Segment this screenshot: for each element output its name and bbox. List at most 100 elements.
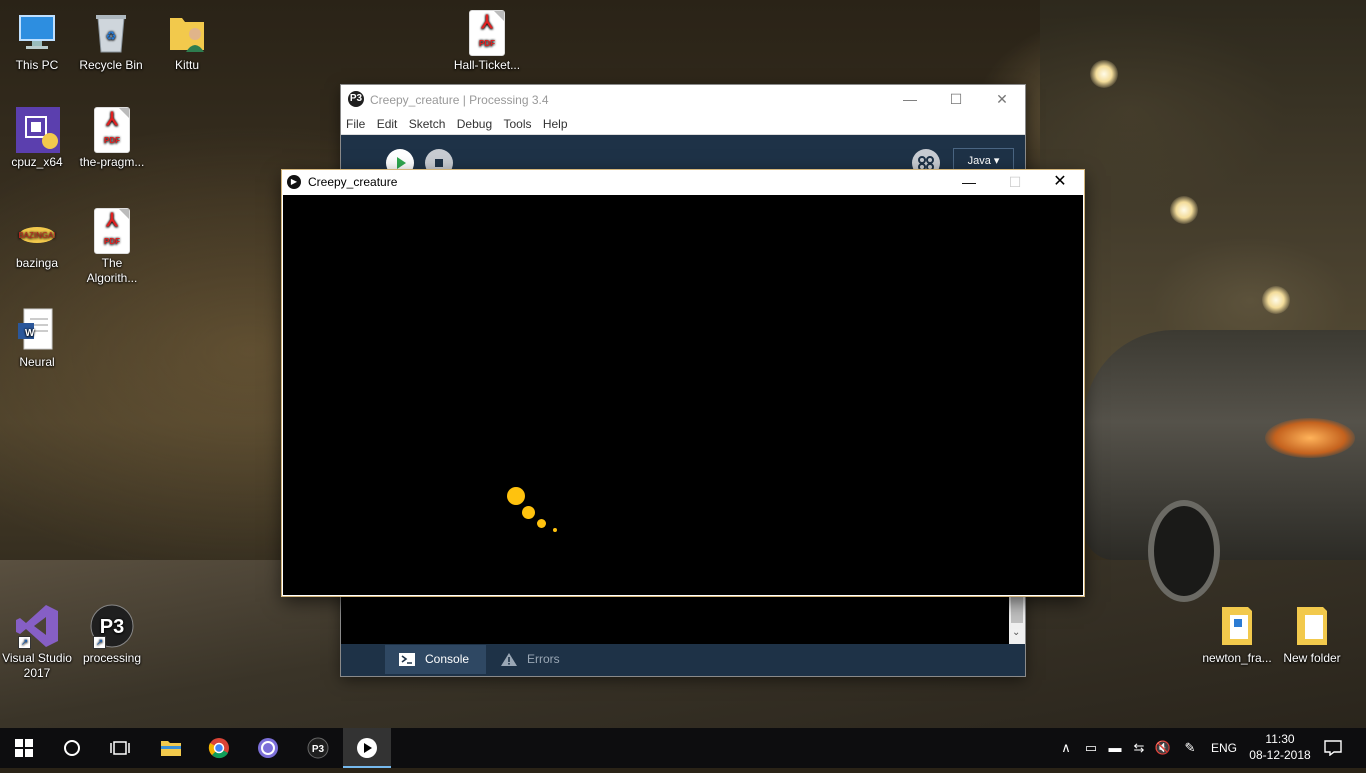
tab-console[interactable]: Console [385,645,486,674]
desktop-icon-label: processing [82,651,142,665]
tab-console-label: Console [425,652,470,666]
start-button[interactable] [0,728,48,768]
ide-close-button[interactable]: ✕ [979,85,1025,114]
menu-tools[interactable]: Tools [500,114,534,134]
desktop-icon-label: Hall-Ticket... [453,58,521,72]
action-tray-icon[interactable]: ▭ [1080,728,1102,768]
menu-edit[interactable]: Edit [374,114,401,134]
taskbar-file-explorer[interactable] [147,728,195,768]
desktop-icon-label: the-pragm... [79,155,145,169]
console-scrollbar[interactable]: ⌄ [1009,595,1025,644]
menu-debug[interactable]: Debug [454,114,495,134]
wallpaper-street-lamp [1170,196,1198,224]
desktop-icon-visual-studio[interactable]: ↗ Visual Studio 2017 [0,603,74,681]
ide-window-title: Creepy_creature | Processing 3.4 [370,93,549,107]
chrome-icon [208,738,229,759]
desktop-icon-neural[interactable]: W Neural [0,307,74,370]
svg-text:P3: P3 [100,616,124,638]
sketch-window-title: Creepy_creature [308,175,398,189]
task-view-button[interactable] [96,728,144,768]
desktop-icon-recycle-bin[interactable]: ♻ Recycle Bin [74,10,148,73]
ide-bottom-tabs: Console Errors [341,644,1025,676]
desktop-icon-this-pc[interactable]: This PC [0,10,74,73]
pen-workspace-icon[interactable]: ✎ [1178,728,1202,768]
sketch-close-button[interactable]: ✕ [1037,170,1083,194]
clock-date: 08-12-2018 [1249,748,1311,762]
creature-dot [507,487,525,505]
menu-help[interactable]: Help [540,114,571,134]
wallpaper-street-lamp [1090,60,1118,88]
pdf-icon: ⅄ PDF [89,208,135,254]
desktop-icon-label: Kittu [174,58,199,72]
wallpaper-street-lamp [1262,286,1290,314]
taskbar-sketch-window[interactable] [343,728,391,768]
play-logo-icon: ▶ [287,175,301,189]
user-folder-icon [164,10,210,56]
menu-file[interactable]: File [343,114,368,134]
play-circle-icon [357,738,377,758]
creature-dot [553,528,557,532]
bazinga-icon: BAZINGA! [14,208,60,254]
processing-icon: P3 [307,737,329,759]
warning-icon [501,653,517,666]
taskbar-bittorrent[interactable] [244,728,292,768]
creature-dot [522,506,535,519]
desktop-icon-processing[interactable]: P3 ↗ processing [75,603,149,666]
desktop-icon-the-pragm[interactable]: ⅄ PDF the-pragm... [75,107,149,170]
ide-maximize-button[interactable]: ☐ [933,85,979,114]
sketch-minimize-button[interactable]: — [946,170,992,194]
desktop-icon-label: cpuz_x64 [11,155,63,169]
sketch-title-bar[interactable]: ▶ Creepy_creature — ☐ ✕ [282,170,1084,194]
search-button[interactable] [48,728,96,768]
sketch-window[interactable]: ▶ Creepy_creature — ☐ ✕ [282,170,1084,596]
folder-icon [1289,603,1335,649]
sketch-canvas[interactable] [283,195,1083,595]
task-view-icon [110,741,130,755]
desktop-icon-label: Neural [19,355,55,369]
desktop-icon-label: The Algorith... [86,256,138,285]
visual-studio-icon: ↗ [14,603,60,649]
desktop-icon-new-folder[interactable]: New folder [1275,603,1349,666]
processing-icon: P3 ↗ [89,603,135,649]
sketch-maximize-button[interactable]: ☐ [992,170,1038,194]
notifications-icon[interactable] [1320,728,1346,768]
processing-logo-icon: P3 [348,91,364,107]
battery-icon[interactable]: ▬ [1104,728,1126,768]
console-output [341,595,1009,644]
svg-text:P3: P3 [312,744,325,755]
desktop-icon-kittu[interactable]: Kittu [150,10,224,73]
clock-time: 11:30 [1265,732,1295,746]
scroll-down-arrow-icon[interactable]: ⌄ [1012,627,1020,638]
folder-icon [1214,603,1260,649]
cortana-circle-icon [64,740,80,756]
show-hidden-icons-chevron-icon[interactable]: ∧ [1056,728,1076,768]
desktop-icon-label: New folder [1283,651,1341,665]
wallpaper-car-wheel [1148,500,1220,602]
taskbar-processing[interactable]: P3 [294,728,342,768]
ide-menu-bar: File Edit Sketch Debug Tools Help [341,114,1025,135]
svg-text:♻: ♻ [106,29,117,43]
taskbar: P3 ∧ ▭ ▬ ⇆ 🔇 ✎ ENG 11:30 08-12-2018 [0,728,1366,768]
desktop-icon-cpuz[interactable]: cpuz_x64 [0,107,74,170]
desktop-icon-hall-ticket[interactable]: ⅄ PDF Hall-Ticket... [450,10,524,73]
scrollbar-thumb[interactable] [1011,597,1023,623]
ide-title-bar[interactable]: P3 Creepy_creature | Processing 3.4 — ☐ … [341,85,1025,114]
pdf-icon: ⅄ PDF [89,107,135,153]
menu-sketch[interactable]: Sketch [406,114,449,134]
desktop-icon-bazinga[interactable]: BAZINGA! bazinga [0,208,74,271]
recycle-bin-icon: ♻ [88,10,134,56]
desktop-icon-label: newton_fra... [1202,651,1272,665]
terminal-icon [399,653,415,666]
volume-muted-icon[interactable]: 🔇 [1152,728,1174,768]
desktop-icon-newton-fra[interactable]: newton_fra... [1200,603,1274,666]
taskbar-chrome[interactable] [195,728,243,768]
svg-text:BAZINGA!: BAZINGA! [18,231,55,240]
desktop-icon-the-algorith[interactable]: ⅄ PDF The Algorith... [75,208,149,286]
network-icon[interactable]: ⇆ [1128,728,1150,768]
windows-logo-icon [15,739,33,757]
tab-errors[interactable]: Errors [487,645,573,674]
creature-dot [537,519,546,528]
ide-minimize-button[interactable]: — [887,85,933,114]
clock[interactable]: 11:30 08-12-2018 [1244,731,1316,763]
language-indicator[interactable]: ENG [1206,728,1242,768]
